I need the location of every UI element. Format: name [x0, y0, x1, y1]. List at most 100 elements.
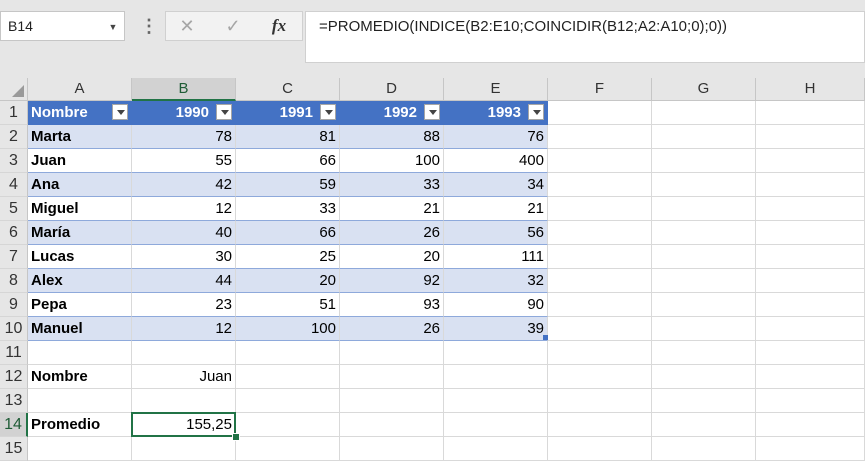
cell-e5[interactable]: 21 — [444, 197, 548, 221]
cell-b15[interactable] — [132, 437, 236, 461]
cell-c14[interactable] — [236, 413, 340, 437]
cell-f1[interactable] — [548, 101, 652, 125]
row-header-14[interactable]: 14 — [0, 413, 28, 437]
cell-e15[interactable] — [444, 437, 548, 461]
cell-g1[interactable] — [652, 101, 756, 125]
cell-f6[interactable] — [548, 221, 652, 245]
cell-h8[interactable] — [756, 269, 865, 293]
column-header-h[interactable]: H — [756, 78, 865, 101]
cell-b4[interactable]: 42 — [132, 173, 236, 197]
cell-h9[interactable] — [756, 293, 865, 317]
filter-dropdown-button[interactable] — [424, 104, 440, 120]
cell-a7[interactable]: Lucas — [28, 245, 132, 269]
cell-c2[interactable]: 81 — [236, 125, 340, 149]
cell-e14[interactable] — [444, 413, 548, 437]
cell-a8[interactable]: Alex — [28, 269, 132, 293]
cell-d3[interactable]: 100 — [340, 149, 444, 173]
row-header-9[interactable]: 9 — [0, 293, 28, 317]
name-box[interactable]: B14 ▼ — [0, 11, 125, 41]
cell-c15[interactable] — [236, 437, 340, 461]
table-header-cell[interactable]: 1991 — [236, 101, 340, 125]
cell-e3[interactable]: 400 — [444, 149, 548, 173]
table-header-cell[interactable]: 1992 — [340, 101, 444, 125]
cell-c11[interactable] — [236, 341, 340, 365]
cell-b8[interactable]: 44 — [132, 269, 236, 293]
cell-f15[interactable] — [548, 437, 652, 461]
cell-d12[interactable] — [340, 365, 444, 389]
filter-dropdown-button[interactable] — [320, 104, 336, 120]
cell-e6[interactable]: 56 — [444, 221, 548, 245]
cell-d4[interactable]: 33 — [340, 173, 444, 197]
cell-c13[interactable] — [236, 389, 340, 413]
cell-e4[interactable]: 34 — [444, 173, 548, 197]
cell-c10[interactable]: 100 — [236, 317, 340, 341]
cell-g15[interactable] — [652, 437, 756, 461]
cell-d14[interactable] — [340, 413, 444, 437]
column-header-a[interactable]: A — [28, 78, 132, 101]
cell-h3[interactable] — [756, 149, 865, 173]
table-header-cell[interactable]: 1993 — [444, 101, 548, 125]
cell-a15[interactable] — [28, 437, 132, 461]
cancel-icon[interactable]: ✕ — [172, 15, 202, 37]
more-options-icon[interactable]: ⋮ — [140, 14, 158, 38]
row-header-7[interactable]: 7 — [0, 245, 28, 269]
cell-g12[interactable] — [652, 365, 756, 389]
cell-e7[interactable]: 111 — [444, 245, 548, 269]
cell-a2[interactable]: Marta — [28, 125, 132, 149]
cell-b6[interactable]: 40 — [132, 221, 236, 245]
cell-a5[interactable]: Miguel — [28, 197, 132, 221]
cell-g3[interactable] — [652, 149, 756, 173]
table-resize-handle[interactable] — [543, 335, 548, 340]
cell-g8[interactable] — [652, 269, 756, 293]
cell-e11[interactable] — [444, 341, 548, 365]
fill-handle[interactable] — [232, 433, 240, 441]
cell-a6[interactable]: María — [28, 221, 132, 245]
row-header-13[interactable]: 13 — [0, 389, 28, 413]
cell-h1[interactable] — [756, 101, 865, 125]
cell-a13[interactable] — [28, 389, 132, 413]
formula-bar[interactable]: =PROMEDIO(INDICE(B2:E10;COINCIDIR(B12;A2… — [305, 11, 865, 63]
column-header-c[interactable]: C — [236, 78, 340, 101]
cell-b7[interactable]: 30 — [132, 245, 236, 269]
cell-g5[interactable] — [652, 197, 756, 221]
cell-h2[interactable] — [756, 125, 865, 149]
filter-dropdown-button[interactable] — [112, 104, 128, 120]
cell-e10[interactable]: 39 — [444, 317, 548, 341]
cell-h15[interactable] — [756, 437, 865, 461]
row-header-15[interactable]: 15 — [0, 437, 28, 461]
cell-b5[interactable]: 12 — [132, 197, 236, 221]
cell-h6[interactable] — [756, 221, 865, 245]
cell-c6[interactable]: 66 — [236, 221, 340, 245]
cell-c7[interactable]: 25 — [236, 245, 340, 269]
cell-e2[interactable]: 76 — [444, 125, 548, 149]
row-header-10[interactable]: 10 — [0, 317, 28, 341]
cell-e8[interactable]: 32 — [444, 269, 548, 293]
cell-d15[interactable] — [340, 437, 444, 461]
filter-dropdown-button[interactable] — [216, 104, 232, 120]
cell-a12[interactable]: Nombre — [28, 365, 132, 389]
cell-h12[interactable] — [756, 365, 865, 389]
cell-b3[interactable]: 55 — [132, 149, 236, 173]
cell-h10[interactable] — [756, 317, 865, 341]
cell-a9[interactable]: Pepa — [28, 293, 132, 317]
cell-c9[interactable]: 51 — [236, 293, 340, 317]
cell-g6[interactable] — [652, 221, 756, 245]
table-header-cell[interactable]: 1990 — [132, 101, 236, 125]
column-header-b[interactable]: B — [132, 78, 236, 101]
cell-g4[interactable] — [652, 173, 756, 197]
row-header-6[interactable]: 6 — [0, 221, 28, 245]
cell-e9[interactable]: 90 — [444, 293, 548, 317]
row-header-1[interactable]: 1 — [0, 101, 28, 125]
cell-a10[interactable]: Manuel — [28, 317, 132, 341]
cell-d2[interactable]: 88 — [340, 125, 444, 149]
cell-c3[interactable]: 66 — [236, 149, 340, 173]
column-header-e[interactable]: E — [444, 78, 548, 101]
cell-h14[interactable] — [756, 413, 865, 437]
cell-b12[interactable]: Juan — [132, 365, 236, 389]
cell-f3[interactable] — [548, 149, 652, 173]
cell-a11[interactable] — [28, 341, 132, 365]
cell-a3[interactable]: Juan — [28, 149, 132, 173]
select-all-corner[interactable] — [0, 78, 28, 101]
cell-f10[interactable] — [548, 317, 652, 341]
cell-a4[interactable]: Ana — [28, 173, 132, 197]
